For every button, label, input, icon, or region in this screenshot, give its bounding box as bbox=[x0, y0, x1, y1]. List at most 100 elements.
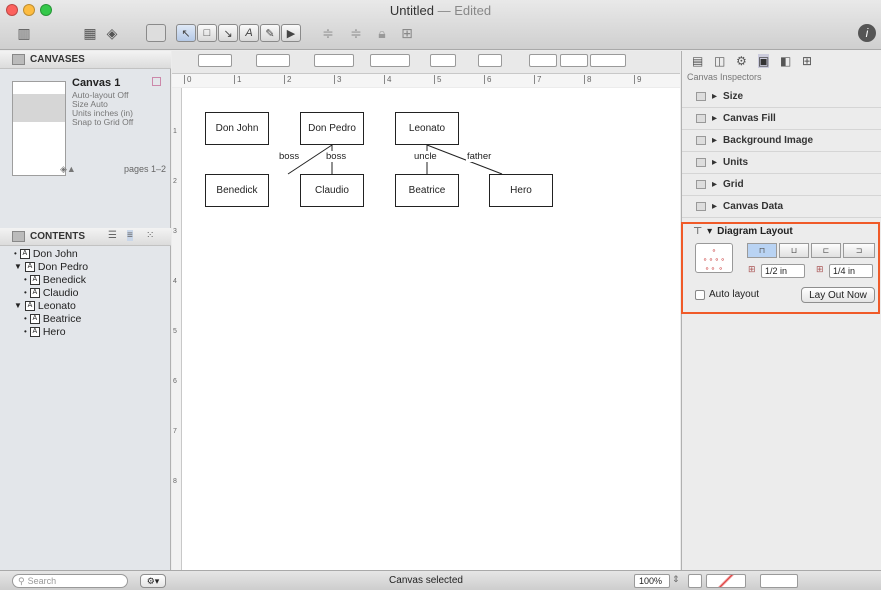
tree-item[interactable]: • A Claudio bbox=[24, 286, 78, 299]
object-separation-icon: ⊞ bbox=[816, 264, 824, 274]
ruler-tick-label: 4 bbox=[384, 75, 391, 84]
tree-item[interactable]: • A Beatrice bbox=[24, 312, 81, 325]
tree-item[interactable]: ▼ A Don Pedro bbox=[14, 260, 88, 273]
canvas-inspector-icon[interactable]: ▣ bbox=[758, 54, 770, 68]
settings-inspector-icon[interactable]: ⚙ bbox=[736, 54, 747, 68]
width-field[interactable] bbox=[314, 54, 354, 67]
disclosure-open-icon: ▾ bbox=[707, 226, 713, 237]
ruler-tick-label: 1 bbox=[234, 75, 241, 84]
auto-layout-label[interactable]: Auto layout bbox=[709, 289, 759, 300]
edge-label-boss-claudio[interactable]: boss bbox=[325, 151, 348, 162]
canvas-name[interactable]: Canvas 1 bbox=[72, 77, 120, 89]
line-tool-icon[interactable]: ↘ bbox=[218, 24, 238, 42]
tree-item-label: Leonato bbox=[37, 299, 76, 312]
tree-item[interactable]: • A Don John bbox=[14, 247, 78, 260]
grid-view-icon[interactable]: ⁙ bbox=[146, 230, 154, 241]
edge-label-uncle[interactable]: uncle bbox=[413, 151, 438, 162]
disclosure-open-icon[interactable]: ▼ bbox=[14, 262, 22, 271]
bullet-icon: • bbox=[24, 314, 27, 323]
lay-out-now-button[interactable]: Lay Out Now bbox=[801, 287, 875, 303]
node-beatrice[interactable]: Beatrice bbox=[395, 174, 459, 207]
lock-icon[interactable]: 🔒︎ bbox=[372, 24, 392, 42]
tree-item[interactable]: • A Benedick bbox=[24, 273, 86, 286]
direction-bottom-to-top-button[interactable]: ⊔ bbox=[779, 243, 809, 258]
inspector-canvas-data-row[interactable]: ▸ Canvas Data bbox=[682, 196, 881, 218]
bullet-icon: • bbox=[24, 275, 27, 284]
edge-label-boss-benedick[interactable]: boss bbox=[278, 151, 301, 162]
ruler-tick-label: 2 bbox=[284, 75, 291, 84]
document-inspector-icon[interactable]: ◧ bbox=[780, 54, 791, 68]
select-tool-icon[interactable]: ↖ bbox=[176, 24, 196, 42]
vertical-ruler-tick-label: 1 bbox=[173, 128, 177, 135]
shape-tool-icon[interactable]: □ bbox=[197, 24, 217, 42]
node-claudio[interactable]: Claudio bbox=[300, 174, 364, 207]
stroke-style-popup[interactable] bbox=[430, 54, 456, 67]
zoom-stepper-icon[interactable]: ⇕ bbox=[672, 574, 680, 585]
bring-forward-icon[interactable]: ≑ bbox=[318, 24, 338, 42]
rank-separation-field[interactable]: 1/2 in bbox=[761, 264, 805, 278]
x-position-field[interactable] bbox=[198, 54, 232, 67]
bullet-icon: • bbox=[24, 288, 27, 297]
layers-stack-icon[interactable]: ◈▲ bbox=[60, 164, 76, 175]
tree-item[interactable]: • A Hero bbox=[24, 325, 66, 338]
properties-inspector-icon[interactable]: ◫ bbox=[714, 54, 725, 68]
inspector-canvas-fill-row[interactable]: ▸ Canvas Fill bbox=[682, 108, 881, 130]
grid-stamp-icon[interactable]: ▦ bbox=[80, 24, 100, 42]
tree-item-label: Don John bbox=[32, 247, 78, 260]
disclosure-open-icon[interactable]: ▼ bbox=[14, 301, 22, 310]
browse-tool-icon[interactable]: ▶ bbox=[281, 24, 301, 42]
node-don-pedro[interactable]: Don Pedro bbox=[300, 112, 364, 145]
disclosure-icon: ▸ bbox=[712, 91, 718, 102]
fill-style-popup[interactable] bbox=[478, 54, 502, 67]
inspector-size-row[interactable]: ▸ Size bbox=[682, 86, 881, 108]
group-icon[interactable]: ⊞ bbox=[397, 24, 417, 42]
diagram-layout-header[interactable]: ⊤ ▾ Diagram Layout bbox=[693, 226, 793, 237]
canvas-selected-marker bbox=[152, 77, 161, 86]
auto-layout-checkbox[interactable] bbox=[695, 290, 705, 300]
text-shape-icon: A bbox=[19, 248, 30, 259]
layout-type-popup[interactable]: ⚬ ⚬⚬⚬⚬ ⚬⚬ ⚬ bbox=[695, 243, 733, 273]
inspector-grid-row[interactable]: ▸ Grid bbox=[682, 174, 881, 196]
pen-tool-icon[interactable]: ✎ bbox=[260, 24, 280, 42]
shadow-popup[interactable] bbox=[560, 54, 588, 67]
search-field[interactable]: ⚲ Search bbox=[12, 574, 128, 588]
text-tool-icon[interactable]: A bbox=[239, 24, 259, 42]
y-position-field[interactable] bbox=[256, 54, 290, 67]
action-gear-button[interactable]: ⚙▾ bbox=[140, 574, 166, 588]
tree-item-label: Beatrice bbox=[42, 312, 82, 325]
node-don-john[interactable]: Don John bbox=[205, 112, 269, 145]
style-swatch-icon[interactable] bbox=[146, 24, 166, 42]
stroke-color-well[interactable] bbox=[706, 574, 746, 588]
direction-right-to-left-button[interactable]: ⊐ bbox=[843, 243, 875, 258]
canvases-icon bbox=[12, 54, 25, 65]
zoom-field[interactable]: 100% bbox=[634, 574, 670, 588]
direction-left-to-right-button[interactable]: ⊏ bbox=[811, 243, 841, 258]
canvas-thumbnail[interactable] bbox=[12, 81, 66, 176]
style-inspector-icon[interactable]: ▤ bbox=[692, 54, 703, 68]
height-field[interactable] bbox=[370, 54, 410, 67]
grid-inspector-icon[interactable]: ⊞ bbox=[802, 54, 812, 68]
disclosure-icon: ▸ bbox=[712, 201, 718, 212]
inspector-units-row[interactable]: ▸ Units bbox=[682, 152, 881, 174]
outline-view-icon[interactable]: ≡ bbox=[127, 230, 133, 241]
send-backward-icon[interactable]: ≑ bbox=[346, 24, 366, 42]
stroke-width-field[interactable] bbox=[590, 54, 626, 67]
fill-color-well[interactable] bbox=[688, 574, 702, 588]
object-separation-field[interactable]: 1/4 in bbox=[829, 264, 873, 278]
line-type-popup[interactable] bbox=[529, 54, 557, 67]
shadow-color-well[interactable] bbox=[760, 574, 798, 588]
list-view-icon[interactable]: ☰ bbox=[108, 230, 117, 241]
layers-icon[interactable]: ◈ bbox=[102, 24, 122, 42]
ruler-tick-label: 5 bbox=[434, 75, 441, 84]
inspector-info-icon[interactable]: i bbox=[858, 24, 876, 42]
background-image-icon bbox=[696, 136, 706, 145]
tree-item[interactable]: ▼ A Leonato bbox=[14, 299, 76, 312]
sidebar-toggle-icon[interactable]: ▥ bbox=[14, 24, 34, 42]
inspector-background-image-row[interactable]: ▸ Background Image bbox=[682, 130, 881, 152]
canvas[interactable]: Don John Don Pedro Leonato Benedick Clau… bbox=[172, 88, 680, 570]
node-leonato[interactable]: Leonato bbox=[395, 112, 459, 145]
node-hero[interactable]: Hero bbox=[489, 174, 553, 207]
edge-label-father[interactable]: father bbox=[466, 151, 493, 162]
direction-top-to-bottom-button[interactable]: ⊓ bbox=[747, 243, 777, 258]
node-benedick[interactable]: Benedick bbox=[205, 174, 269, 207]
